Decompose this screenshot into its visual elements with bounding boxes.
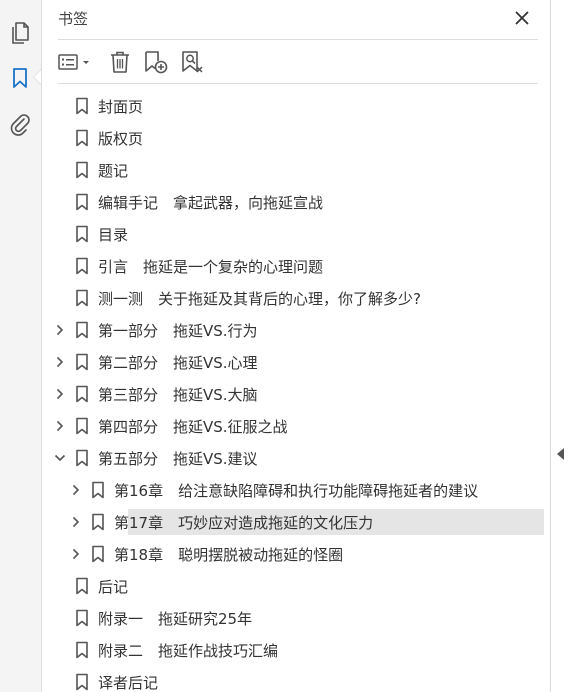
- chevron-down-icon[interactable]: [54, 451, 66, 465]
- bookmark-item[interactable]: 测一测 关于拖延及其背后的心理，你了解多少?: [42, 284, 550, 312]
- bookmark-search-icon: [182, 51, 203, 73]
- pages-panel-button[interactable]: [6, 18, 34, 46]
- bookmark-label[interactable]: 译者后记: [98, 672, 158, 692]
- bookmark-icon: [75, 161, 89, 179]
- bookmark-item[interactable]: 第一部分 拖延VS.行为: [42, 316, 550, 344]
- bookmark-icon: [75, 353, 89, 371]
- add-bookmark-button[interactable]: [142, 49, 170, 75]
- bookmark-search-button[interactable]: [178, 49, 206, 75]
- bookmark-item[interactable]: 版权页: [42, 124, 550, 152]
- add-bookmark-icon: [145, 51, 168, 74]
- bookmarks-panel: 书签 封面页 版权页 题记 编辑手记 拿起武器，向拖延宣战 目录 引言 拖延是一…: [42, 0, 550, 692]
- bookmark-item[interactable]: 第五部分 拖延VS.建议: [42, 444, 550, 472]
- active-tab-notch: [34, 70, 41, 84]
- chevron-right-icon[interactable]: [70, 483, 82, 497]
- close-icon: [515, 11, 529, 25]
- bookmark-icon: [91, 513, 105, 531]
- bookmark-icon: [75, 129, 89, 147]
- collapse-arrow-icon[interactable]: [557, 448, 564, 460]
- bookmark-icon: [13, 68, 27, 88]
- delete-button[interactable]: [108, 49, 132, 75]
- chevron-right-icon[interactable]: [54, 323, 66, 337]
- bookmark-label[interactable]: 第17章 巧妙应对造成拖延的文化压力: [114, 512, 373, 533]
- bookmark-item[interactable]: 封面页: [42, 92, 550, 120]
- bookmark-label[interactable]: 第四部分 拖延VS.征服之战: [98, 416, 288, 437]
- bookmark-item[interactable]: 后记: [42, 572, 550, 600]
- chevron-right-icon[interactable]: [70, 547, 82, 561]
- attachments-panel-button[interactable]: [6, 110, 34, 138]
- bookmarks-toolbar: [58, 40, 538, 84]
- bookmark-icon: [75, 609, 89, 627]
- bookmark-label[interactable]: 封面页: [98, 96, 143, 117]
- bookmark-label[interactable]: 第一部分 拖延VS.行为: [98, 320, 258, 341]
- pages-icon: [12, 22, 29, 44]
- options-menu-icon: [58, 54, 89, 70]
- bookmark-item[interactable]: 引言 拖延是一个复杂的心理问题: [42, 252, 550, 280]
- bookmark-item[interactable]: 题记: [42, 156, 550, 184]
- bookmark-icon: [91, 545, 105, 563]
- bookmark-icon: [75, 97, 89, 115]
- delete-icon: [111, 51, 129, 73]
- chevron-right-icon[interactable]: [54, 387, 66, 401]
- bookmark-label[interactable]: 引言 拖延是一个复杂的心理问题: [98, 256, 323, 277]
- bookmark-label[interactable]: 测一测 关于拖延及其背后的心理，你了解多少?: [98, 288, 421, 309]
- bookmark-label[interactable]: 编辑手记 拿起武器，向拖延宣战: [98, 192, 323, 213]
- bookmark-label[interactable]: 第16章 给注意缺陷障碍和执行功能障碍拖延者的建议: [114, 480, 478, 501]
- bookmark-icon: [91, 481, 105, 499]
- bookmark-item[interactable]: 第17章 巧妙应对造成拖延的文化压力: [42, 508, 550, 536]
- bookmark-icon: [75, 225, 89, 243]
- bookmark-label[interactable]: 附录二 拖延作战技巧汇编: [98, 640, 278, 661]
- bookmark-icon: [75, 417, 89, 435]
- bookmark-icon: [75, 641, 89, 659]
- bookmark-item[interactable]: 第二部分 拖延VS.心理: [42, 348, 550, 376]
- panel-header: 书签: [58, 0, 538, 40]
- bookmark-label[interactable]: 目录: [98, 224, 128, 245]
- bookmark-icon: [75, 449, 89, 467]
- bookmark-item[interactable]: 第四部分 拖延VS.征服之战: [42, 412, 550, 440]
- close-button[interactable]: [512, 8, 532, 28]
- bookmark-label[interactable]: 第五部分 拖延VS.建议: [98, 448, 258, 469]
- panel-splitter[interactable]: [550, 0, 573, 692]
- options-menu-button[interactable]: [58, 49, 94, 75]
- bookmark-item[interactable]: 附录一 拖延研究25年: [42, 604, 550, 632]
- bookmark-label[interactable]: 第三部分 拖延VS.大脑: [98, 384, 258, 405]
- bookmark-label[interactable]: 版权页: [98, 128, 143, 149]
- bookmark-item[interactable]: 目录: [42, 220, 550, 248]
- panel-title: 书签: [58, 10, 89, 28]
- bookmark-label[interactable]: 题记: [98, 160, 128, 181]
- chevron-right-icon[interactable]: [54, 355, 66, 369]
- bookmark-item[interactable]: 编辑手记 拿起武器，向拖延宣战: [42, 188, 550, 216]
- bookmark-item[interactable]: 第16章 给注意缺陷障碍和执行功能障碍拖延者的建议: [42, 476, 550, 504]
- bookmark-icon: [75, 289, 89, 307]
- bookmark-icon: [75, 257, 89, 275]
- chevron-right-icon[interactable]: [54, 419, 66, 433]
- side-rail: [0, 0, 42, 692]
- bookmark-label[interactable]: 后记: [98, 576, 128, 597]
- bookmark-item[interactable]: 第18章 聪明摆脱被动拖延的怪圈: [42, 540, 550, 568]
- bookmark-icon: [75, 321, 89, 339]
- bookmark-label[interactable]: 附录一 拖延研究25年: [98, 608, 252, 629]
- attachment-icon: [10, 114, 30, 136]
- bookmark-item[interactable]: 第三部分 拖延VS.大脑: [42, 380, 550, 408]
- bookmarks-window: 书签 封面页 版权页 题记 编辑手记 拿起武器，向拖延宣战 目录 引言 拖延是一…: [0, 0, 573, 692]
- bookmark-icon: [75, 673, 89, 691]
- bookmark-item[interactable]: 译者后记: [42, 668, 550, 692]
- chevron-right-icon[interactable]: [70, 515, 82, 529]
- bookmark-label[interactable]: 第二部分 拖延VS.心理: [98, 352, 258, 373]
- bookmark-icon: [75, 385, 89, 403]
- bookmark-icon: [75, 193, 89, 211]
- bookmark-icon: [75, 577, 89, 595]
- bookmark-label[interactable]: 第18章 聪明摆脱被动拖延的怪圈: [114, 544, 343, 565]
- bookmarks-panel-button[interactable]: [6, 64, 34, 92]
- bookmark-item[interactable]: 附录二 拖延作战技巧汇编: [42, 636, 550, 664]
